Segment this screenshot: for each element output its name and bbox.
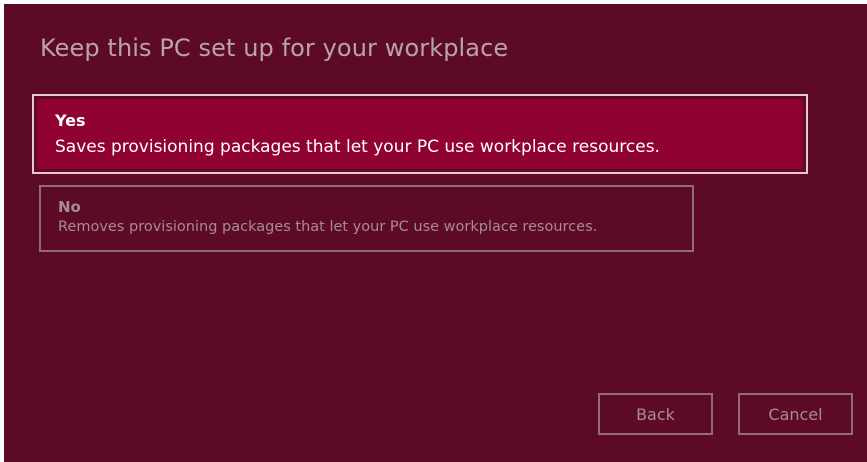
option-no-description: Removes provisioning packages that let y… <box>58 219 598 235</box>
option-yes[interactable]: Yes Saves provisioning packages that let… <box>32 94 808 174</box>
cancel-button[interactable]: Cancel <box>738 393 853 435</box>
page-title: Keep this PC set up for your workplace <box>40 34 509 62</box>
option-yes-highlight: Yes Saves provisioning packages that let… <box>37 99 803 169</box>
option-yes-description: Saves provisioning packages that let you… <box>55 137 660 157</box>
option-no-title: No <box>58 198 81 216</box>
option-yes-title: Yes <box>55 111 86 130</box>
back-button[interactable]: Back <box>598 393 713 435</box>
option-no[interactable]: No Removes provisioning packages that le… <box>39 185 694 252</box>
workplace-setup-dialog: Keep this PC set up for your workplace Y… <box>4 4 867 462</box>
